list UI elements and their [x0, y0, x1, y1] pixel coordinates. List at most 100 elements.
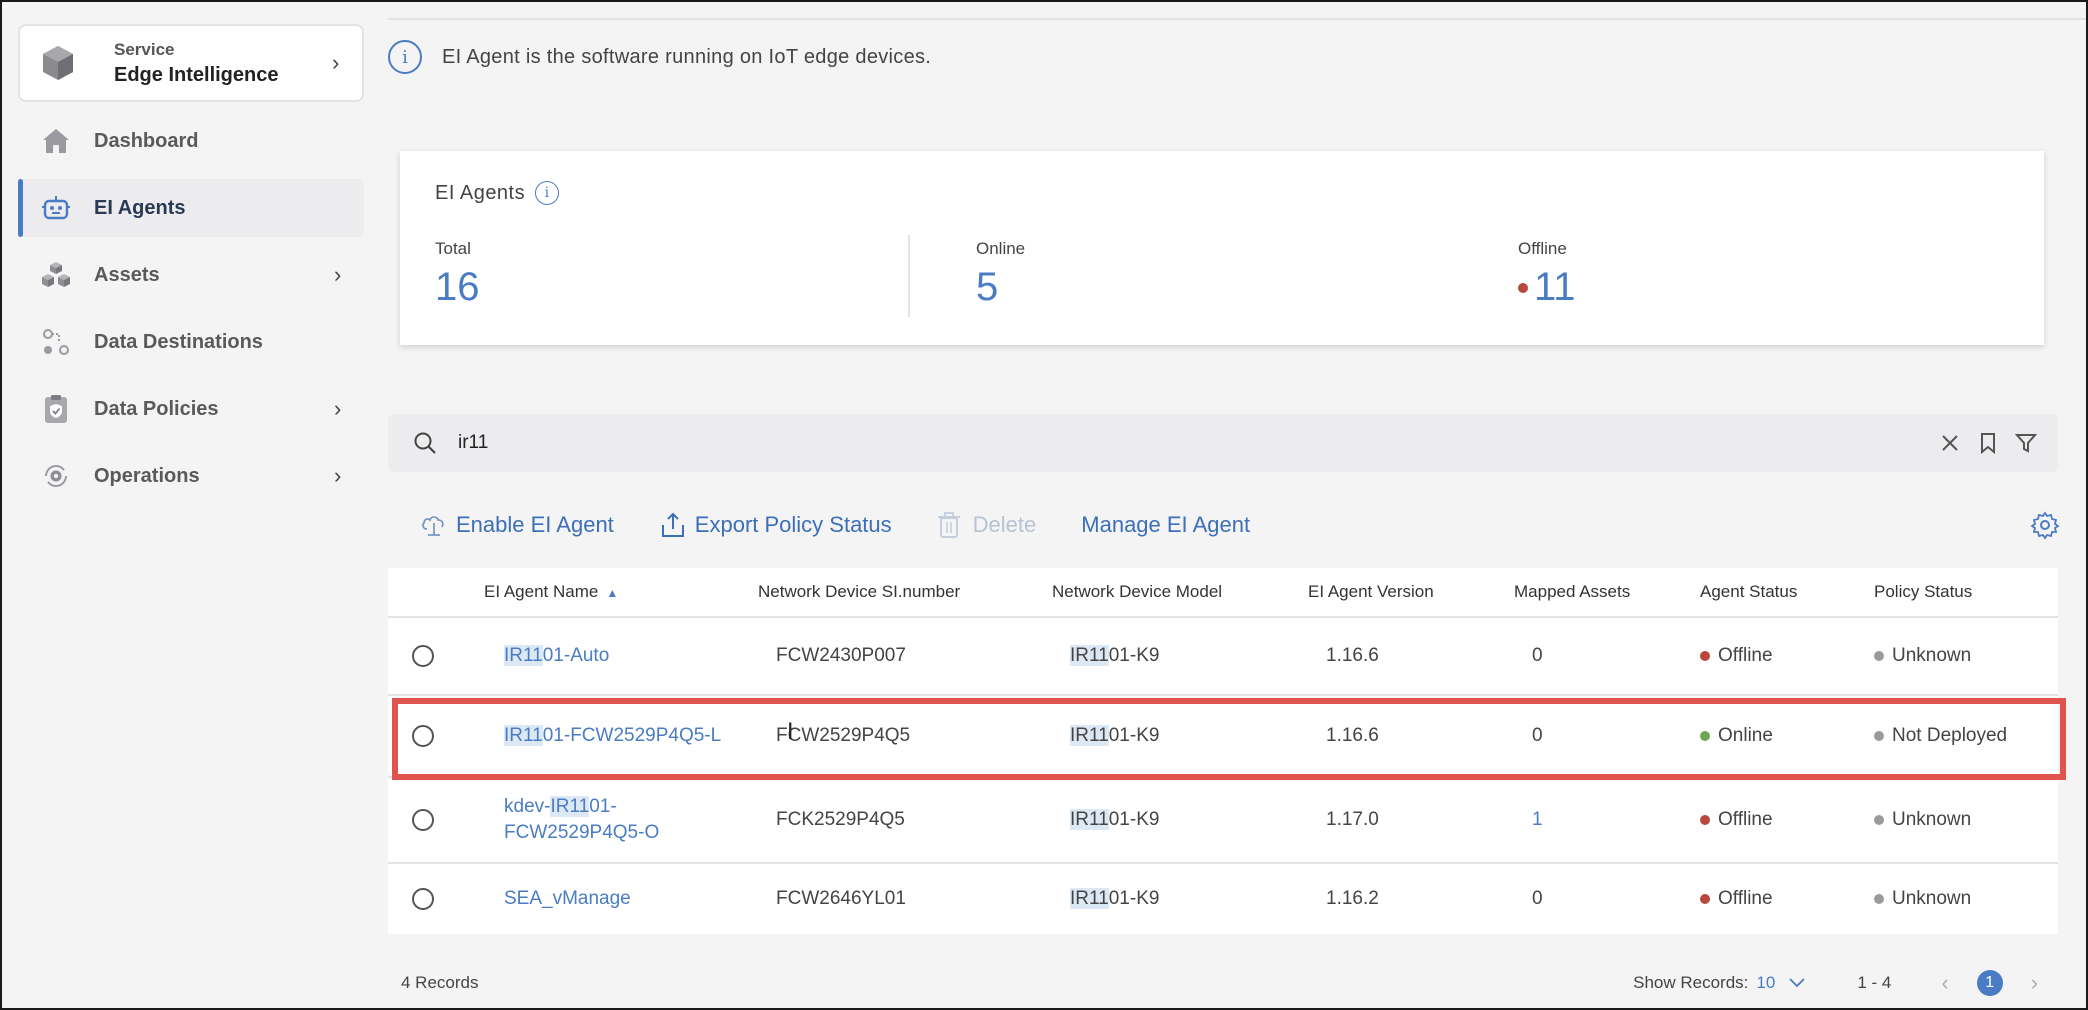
agent-name-link[interactable]: SEA_vManage	[458, 888, 758, 910]
table-row[interactable]: IR1101-FCW2529P4Q5-L FCW2529P4Q5 IR1101-…	[388, 696, 2058, 778]
pagination: ‹ 1 ›	[1941, 970, 2038, 996]
sidebar-item-ei-agents[interactable]: EI Agents	[18, 179, 364, 237]
sidebar-item-dashboard[interactable]: Dashboard	[18, 112, 364, 170]
search-match-highlight: IR11	[1070, 725, 1109, 746]
sidebar-item-label: Dashboard	[94, 129, 199, 152]
info-icon[interactable]: i	[535, 181, 560, 205]
stats-title: EI Agents i	[435, 181, 560, 205]
agent-name-text: 01-	[589, 796, 617, 817]
stat-total-value: 16	[435, 265, 480, 309]
stat-online-value: 5	[976, 265, 999, 309]
home-icon	[38, 124, 74, 158]
page-1-button[interactable]: 1	[1976, 970, 2003, 996]
table-row[interactable]: kdev-IR1101- FCW2529P4Q5-O FCK2529P4Q5 I…	[388, 778, 2058, 864]
show-records-value: 10	[1756, 973, 1776, 992]
row-select-radio[interactable]	[412, 888, 434, 910]
policy-status-cell: Unknown	[1874, 888, 2058, 910]
model-cell: IR1101-K9	[1052, 809, 1308, 831]
delete-button[interactable]: Delete	[937, 511, 1036, 539]
policy-status-cell: Unknown	[1874, 645, 2058, 667]
unknown-dot-icon	[1874, 893, 1884, 904]
export-policy-status-button[interactable]: Export Policy Status	[659, 511, 892, 539]
manage-ei-agent-button[interactable]: Manage EI Agent	[1081, 512, 1250, 538]
agent-status-text: Offline	[1718, 645, 1773, 666]
agent-status-text: Offline	[1718, 809, 1773, 830]
text-cursor-icon: I	[787, 720, 794, 745]
row-select-radio[interactable]	[412, 809, 434, 831]
agent-status-text: Offline	[1718, 888, 1773, 909]
column-header-policy-status[interactable]: Policy Status	[1874, 582, 2058, 602]
mapped-assets-cell: 0	[1532, 725, 1543, 746]
sort-ascending-icon[interactable]: ▲	[606, 586, 618, 600]
sidebar-item-label: Data Policies	[94, 397, 219, 420]
sidebar-item-operations[interactable]: Operations ›	[18, 447, 364, 505]
model-cell: IR1101-K9	[1052, 645, 1308, 667]
agent-name-text: 01-FCW2529P4Q5-L	[542, 725, 722, 746]
column-header-version[interactable]: EI Agent Version	[1308, 582, 1514, 602]
policy-status-cell: Unknown	[1874, 809, 2058, 831]
chevron-right-icon: ›	[334, 396, 342, 421]
search-bar[interactable]: ir11	[388, 414, 2058, 472]
mapped-assets-cell: 0	[1532, 645, 1543, 666]
agent-name-line2: FCW2529P4Q5-O	[504, 822, 660, 843]
stats-title-text: EI Agents	[435, 181, 526, 204]
stat-total: Total 16	[435, 239, 480, 310]
serial-cell: FCW2529P4Q5	[776, 725, 911, 746]
chevron-right-icon: ›	[334, 463, 342, 488]
serial-cell: FCW2646YL01	[776, 888, 906, 909]
stat-offline-value: 11	[1518, 265, 1576, 310]
column-header-serial[interactable]: Network Device SI.number	[758, 582, 1052, 602]
stat-offline: Offline 11	[1518, 239, 1576, 310]
show-records-select[interactable]: Show Records: 10	[1633, 973, 1805, 993]
stat-offline-number: 11	[1534, 265, 1576, 309]
show-records-label: Show Records:	[1633, 973, 1749, 992]
info-banner: i EI Agent is the software running on Io…	[388, 40, 931, 74]
info-text: EI Agent is the software running on IoT …	[442, 45, 932, 68]
table-header: EI Agent Name ▲ Network Device SI.number …	[388, 568, 2058, 618]
agent-status-cell: Offline	[1700, 888, 1874, 910]
column-header-model[interactable]: Network Device Model	[1052, 582, 1308, 602]
table-row[interactable]: SEA_vManage FCW2646YL01 IR1101-K9 1.16.2…	[388, 864, 2058, 934]
row-select-radio[interactable]	[412, 725, 434, 747]
agent-name-link[interactable]: kdev-IR1101- FCW2529P4Q5-O	[458, 794, 758, 846]
column-header-mapped-assets[interactable]: Mapped Assets	[1514, 582, 1700, 602]
column-header-name[interactable]: EI Agent Name ▲	[458, 582, 758, 602]
settings-gear-icon[interactable]	[2030, 510, 2060, 540]
service-selector[interactable]: Service Edge Intelligence ›	[18, 24, 364, 102]
next-page-icon[interactable]: ›	[2031, 970, 2038, 996]
unknown-dot-icon	[1874, 730, 1884, 741]
serial-cell: FCW2430P007	[776, 645, 906, 666]
previous-page-icon[interactable]: ‹	[1941, 970, 1948, 996]
sidebar-item-data-destinations[interactable]: Data Destinations	[18, 313, 364, 371]
top-divider	[388, 0, 2088, 20]
mapped-assets-link[interactable]: 1	[1514, 809, 1700, 831]
records-count: 4 Records	[401, 973, 479, 992]
sidebar: Service Edge Intelligence › Dashboard EI…	[0, 0, 380, 1010]
filter-icon[interactable]	[2014, 431, 2038, 455]
search-match-highlight: IR11	[1070, 645, 1109, 666]
export-policy-status-label: Export Policy Status	[694, 512, 892, 537]
policy-status-text: Unknown	[1892, 809, 1972, 830]
table-footer: 4 Records Show Records: 10 1 - 4 ‹ 1 ›	[388, 960, 2058, 1006]
bookmark-icon[interactable]	[1976, 431, 2000, 455]
version-cell: 1.17.0	[1326, 809, 1379, 830]
enable-ei-agent-button[interactable]: Enable EI Agent	[420, 511, 614, 539]
cloud-upload-icon	[420, 511, 448, 539]
gear-cycle-icon	[38, 459, 74, 493]
policy-status-text: Unknown	[1892, 645, 1972, 666]
row-select-radio[interactable]	[412, 645, 434, 667]
column-header-agent-status[interactable]: Agent Status	[1700, 582, 1874, 602]
search-input[interactable]: ir11	[458, 432, 1938, 454]
sidebar-item-assets[interactable]: Assets ›	[18, 246, 364, 304]
agent-name-link[interactable]: IR1101-Auto	[458, 645, 758, 667]
online-dot-icon	[1700, 730, 1710, 741]
stat-divider	[908, 235, 910, 317]
sidebar-item-label: Data Destinations	[94, 330, 263, 353]
sidebar-item-data-policies[interactable]: Data Policies ›	[18, 380, 364, 438]
close-icon[interactable]	[1938, 431, 1962, 455]
model-text: 01-K9	[1108, 645, 1160, 666]
sidebar-nav: Dashboard EI Agents Assets › Data Destin…	[18, 112, 364, 514]
table-row[interactable]: IR1101-Auto FCW2430P007 IR1101-K9 1.16.6…	[388, 618, 2058, 696]
agent-name-link[interactable]: IR1101-FCW2529P4Q5-L	[458, 725, 758, 747]
policy-status-cell: Not Deployed	[1874, 725, 2058, 747]
